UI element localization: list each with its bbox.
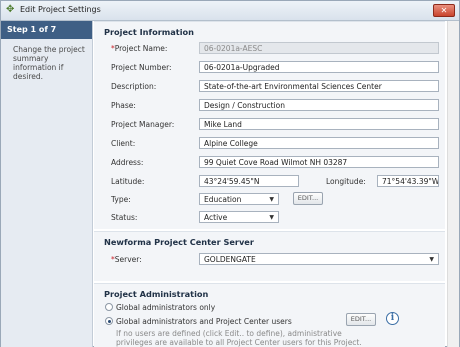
type-edit-button[interactable]: EDIT... [293,192,323,205]
client-label: Client: [111,139,136,148]
step-description: Change the project summary information i… [13,45,85,81]
admin-note: If no users are defined (click Edit.. to… [116,329,362,347]
description-field[interactable]: State-of-the-art Environmental Sciences … [199,80,439,92]
info-icon[interactable]: i [386,312,399,325]
server-section: Newforma Project Center Server *Server: … [94,231,445,281]
global-admins-and-users-label: Global administrators and Project Center… [116,317,292,326]
description-label: Description: [111,82,157,91]
global-admins-only-label: Global administrators only [116,303,216,312]
title-bar: ✥ Edit Project Settings ✕ [1,1,459,21]
global-admins-only-radio[interactable] [105,303,113,311]
section-title-administration: Project Administration [104,289,209,299]
vertical-scrollbar[interactable] [447,21,459,347]
type-select-value: Education [204,195,242,204]
chevron-down-icon: ▼ [429,256,434,263]
project-manager-field[interactable]: Mike Land [199,118,439,130]
newforma-logo-icon: ✥ [6,4,15,15]
client-field[interactable]: Alpine College [199,137,439,149]
longitude-label: Longitude: [326,177,366,186]
project-number-field[interactable]: 06-0201a-Upgraded [199,61,439,73]
project-number-label: Project Number: [111,63,172,72]
admin-edit-button[interactable]: EDIT... [346,313,376,326]
project-name-field: 06-0201a-AESC [199,42,439,54]
edit-project-settings-window: ✥ Edit Project Settings ✕ Step 1 of 7 Ch… [0,0,460,347]
chevron-down-icon: ▼ [269,214,274,221]
server-select[interactable]: GOLDENGATE ▼ [199,253,439,265]
global-admins-and-users-radio[interactable] [105,317,113,325]
project-administration-section: Project Administration Global administra… [94,283,445,347]
server-label: *Server: [111,255,142,264]
server-select-value: GOLDENGATE [204,255,256,264]
settings-content: Project Information *Project Name: 06-02… [94,21,459,347]
window-title: Edit Project Settings [20,5,101,14]
phase-label: Phase: [111,101,136,110]
section-title-server: Newforma Project Center Server [104,237,254,247]
latitude-field[interactable]: 43°24'59.45"N [199,175,299,187]
phase-field[interactable]: Design / Construction [199,99,439,111]
longitude-field[interactable]: 71°54'43.39"W [377,175,439,187]
type-label: Type: [111,195,131,204]
project-name-label: *Project Name: [111,44,168,53]
latitude-label: Latitude: [111,177,145,186]
status-label: Status: [111,213,138,222]
close-button[interactable]: ✕ [433,4,455,17]
address-label: Address: [111,158,144,167]
project-information-section: Project Information *Project Name: 06-02… [94,21,445,229]
project-manager-label: Project Manager: [111,120,175,129]
address-field[interactable]: 99 Quiet Cove Road Wilmot NH 03287 [199,156,439,168]
status-select[interactable]: Active ▼ [199,211,279,223]
type-select[interactable]: Education ▼ [199,193,279,205]
status-select-value: Active [204,213,228,222]
section-title-project-information: Project Information [104,27,194,37]
wizard-sidebar: Step 1 of 7 Change the project summary i… [1,21,93,347]
step-indicator: Step 1 of 7 [1,21,92,39]
chevron-down-icon: ▼ [269,196,274,203]
